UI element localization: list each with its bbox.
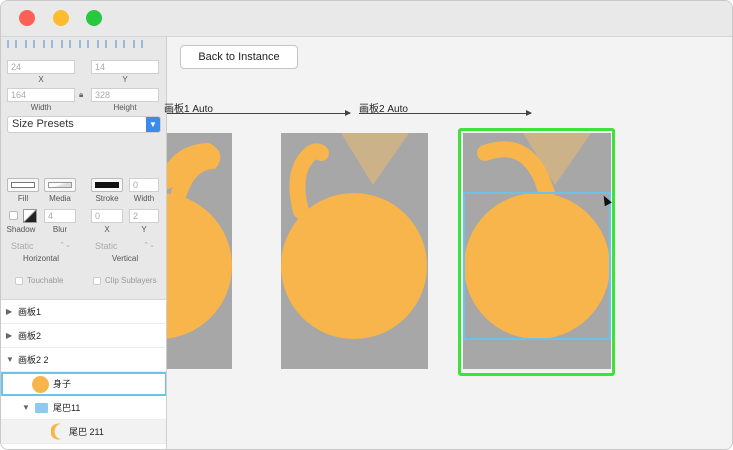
fill-label: Fill — [17, 194, 29, 203]
layer-name: 身子 — [53, 379, 72, 389]
touchable-checkbox[interactable] — [15, 276, 23, 285]
layers-panel: ▶ 画板1 ▶ 画板2 ▼ 画板2 2 身子 ▼ 尾巴11 尾巴 211 — [1, 299, 166, 449]
height-input[interactable]: 328 — [91, 88, 159, 102]
app-window: 24 14 X Y 164 🔒︎ 328 Width Height Size P… — [0, 0, 733, 450]
shadow-y-input[interactable]: 2 — [129, 209, 159, 223]
stroke-width-label: Width — [133, 194, 155, 203]
minimize-window-button[interactable] — [53, 10, 69, 26]
stroke-width-input[interactable]: 0 — [129, 178, 159, 192]
media-swatch[interactable] — [44, 178, 76, 192]
align-bottom-icon[interactable] — [115, 40, 125, 48]
vertical-select[interactable]: Static ⌃⌄ — [91, 239, 159, 253]
artboard-1[interactable] — [167, 133, 232, 369]
layer-name: 尾巴 211 — [69, 427, 104, 437]
align-left-icon[interactable] — [7, 40, 17, 48]
height-label: Height — [113, 103, 137, 112]
align-right-icon[interactable] — [43, 40, 53, 48]
back-to-instance-button[interactable]: Back to Instance — [180, 45, 298, 69]
shadow-y-label: Y — [141, 225, 147, 234]
updown-icon: ⌃⌄ — [143, 242, 155, 249]
clip-sublayers-option[interactable]: Clip Sublayers — [93, 276, 157, 285]
size-presets-value: Size Presets — [12, 118, 74, 130]
horizontal-value: Static — [11, 241, 34, 251]
updown-icon: ⌃⌄ — [59, 242, 71, 249]
blur-input[interactable]: 4 — [44, 209, 76, 223]
crescent-shape-icon — [51, 423, 61, 440]
x-label: X — [38, 75, 44, 84]
align-toolbar — [7, 37, 157, 51]
vertical-value: Static — [95, 241, 118, 251]
disclosure-right-icon[interactable]: ▶ — [6, 324, 12, 348]
shadow-color-swatch[interactable] — [23, 209, 37, 223]
align-center-h-icon[interactable] — [25, 40, 35, 48]
flow-arrow-1 — [167, 110, 351, 116]
layer-name: 尾巴11 — [53, 403, 81, 413]
shadow-x-label: X — [104, 225, 110, 234]
layer-row[interactable]: ▶ 画板2 — [1, 324, 166, 348]
layer-row[interactable]: 尾巴 211 — [1, 420, 166, 444]
layer-row[interactable]: ▼ 画板2 2 — [1, 348, 166, 372]
circle-shape-icon — [32, 376, 49, 393]
align-top-icon[interactable] — [79, 40, 89, 48]
close-window-button[interactable] — [19, 10, 35, 26]
width-label: Width — [30, 103, 52, 112]
flow-arrow-2 — [359, 110, 532, 116]
inspector-panel: 24 14 X Y 164 🔒︎ 328 Width Height Size P… — [1, 37, 167, 449]
y-label: Y — [122, 75, 128, 84]
fill-swatch[interactable] — [7, 178, 39, 192]
layer-name: 画板2 2 — [18, 355, 49, 365]
layer-row-selected[interactable]: 身子 — [1, 372, 166, 396]
media-label: Media — [49, 194, 71, 203]
lock-icon[interactable]: 🔒︎ — [79, 90, 83, 100]
vertical-label: Vertical — [111, 254, 139, 263]
align-middle-icon[interactable] — [97, 40, 107, 48]
zoom-window-button[interactable] — [86, 10, 102, 26]
shadow-checkbox[interactable] — [9, 211, 18, 220]
horizontal-select[interactable]: Static ⌃⌄ — [7, 239, 75, 253]
size-presets-select[interactable]: Size Presets ▼ — [7, 116, 161, 133]
shadow-label: Shadow — [6, 225, 36, 234]
stroke-swatch[interactable] — [91, 178, 123, 192]
disclosure-down-icon[interactable]: ▼ — [6, 348, 14, 372]
disclosure-down-icon[interactable]: ▼ — [22, 396, 30, 420]
distribute-v-icon[interactable] — [133, 40, 143, 48]
blur-label: Blur — [52, 225, 68, 234]
layer-name: 画板1 — [18, 307, 42, 317]
layer-row[interactable]: ▶ 画板1 — [1, 300, 166, 324]
title-bar — [1, 1, 732, 37]
disclosure-right-icon[interactable]: ▶ — [6, 300, 12, 324]
x-input[interactable]: 24 — [7, 60, 75, 74]
clip-sublayers-label: Clip Sublayers — [105, 276, 157, 285]
touchable-label: Touchable — [27, 276, 64, 285]
clip-sublayers-checkbox[interactable] — [93, 276, 101, 285]
folder-icon — [35, 403, 48, 413]
distribute-h-icon[interactable] — [61, 40, 71, 48]
layer-row[interactable]: ▼ 尾巴11 — [1, 396, 166, 420]
artboard-2[interactable] — [281, 133, 428, 369]
layer-name: 画板2 — [18, 331, 42, 341]
touchable-option[interactable]: Touchable — [15, 276, 63, 285]
y-input[interactable]: 14 — [91, 60, 159, 74]
width-input[interactable]: 164 — [7, 88, 75, 102]
stroke-label: Stroke — [95, 194, 119, 203]
selection-box[interactable] — [463, 192, 611, 340]
shadow-x-input[interactable]: 0 — [91, 209, 123, 223]
canvas-area[interactable]: Back to Instance 画板1 Auto 画板2 Auto — [164, 37, 732, 449]
chevron-down-icon: ▼ — [146, 117, 160, 132]
horizontal-label: Horizontal — [22, 254, 59, 263]
